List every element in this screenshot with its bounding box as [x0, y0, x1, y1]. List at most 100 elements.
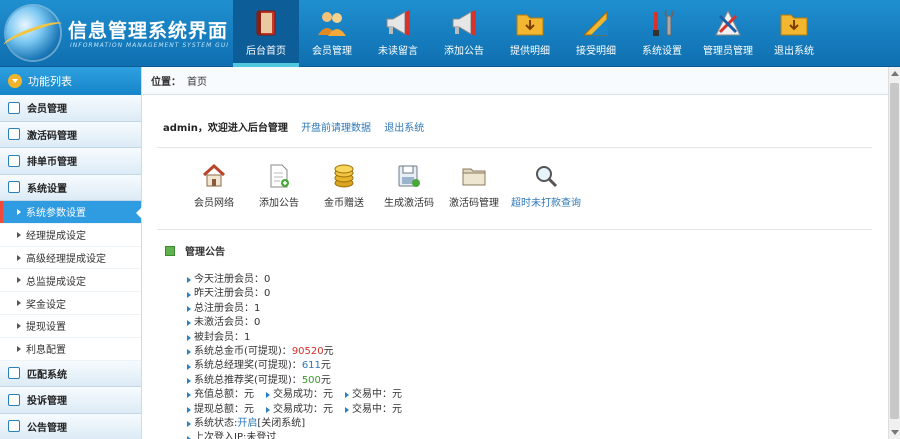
sidebar-item[interactable]: 系统参数设置	[0, 201, 142, 224]
quick-action-6[interactable]: 超时未打款查询	[508, 163, 584, 209]
stat-value: 611	[301, 360, 321, 372]
stat-label: 上次登入IP:	[194, 432, 247, 439]
nav-item-7[interactable]: 系统设置	[629, 0, 695, 67]
bullet-icon	[187, 392, 191, 399]
stat-value: 元	[323, 403, 333, 415]
stat-row: 被封会员： 1	[187, 331, 414, 345]
quick-action-5[interactable]: 激活码管理	[443, 163, 505, 209]
bullet-icon	[187, 378, 191, 385]
scroll-up-icon[interactable]	[891, 71, 899, 76]
stat-label: 交易成功：	[273, 389, 323, 401]
sidebar-item[interactable]: 提现设置	[0, 314, 141, 338]
stat-item: 交易中：元	[345, 403, 402, 417]
folder-icon	[461, 163, 487, 189]
stat-value: 元	[244, 389, 254, 401]
bullet-icon	[187, 334, 191, 341]
stat-item: 总注册会员： 1	[187, 302, 260, 316]
quick-action-3[interactable]: 金币赠送	[313, 163, 375, 209]
nav-item-label: 提供明细	[510, 46, 550, 57]
bullet-icon	[187, 363, 191, 370]
nav-item-5[interactable]: 提供明细	[497, 0, 563, 67]
nav-item-8[interactable]: 管理员管理	[695, 0, 761, 67]
stat-row: 充值总额：元交易成功：元交易中：元	[187, 388, 414, 402]
stat-value: 未登过	[246, 432, 277, 439]
nav-item-4[interactable]: 添加公告	[431, 0, 497, 67]
sidebar-item-label: 匹配系统	[27, 369, 67, 381]
breadcrumb-label: 位置：	[151, 77, 181, 88]
nav-item-1[interactable]: 后台首页	[233, 0, 299, 67]
stat-suffix: 元	[320, 374, 331, 386]
stat-row: 未激活会员： 0	[187, 316, 414, 330]
bullet-icon	[187, 291, 191, 298]
nav-item-2[interactable]: 会员管理	[299, 0, 365, 67]
sidebar-group[interactable]: 公告管理	[0, 413, 141, 439]
divider	[157, 147, 872, 148]
sidebar-item-label: 奖金设定	[26, 299, 66, 311]
logout-link[interactable]: 退出系统	[384, 123, 424, 134]
book-icon	[249, 7, 283, 39]
stat-label: 充值总额：	[194, 389, 244, 401]
stat-label: 交易中：	[352, 403, 392, 415]
sidebar-group[interactable]: 排单币管理	[0, 148, 141, 175]
sidebar-group[interactable]: 会员管理	[0, 95, 141, 122]
grid-icon	[8, 101, 20, 114]
coins-icon	[331, 163, 357, 189]
sidebar-item-label: 系统设置	[27, 183, 67, 195]
bullet-icon	[345, 406, 349, 413]
sidebar-item-label: 排单币管理	[27, 157, 77, 169]
stat-label: 系统总经理奖(可提现)：	[194, 360, 302, 372]
sidebar-item[interactable]: 经理提成设定	[0, 223, 141, 247]
notice-title-text: 管理公告	[185, 247, 225, 258]
bullet-icon	[187, 406, 191, 413]
sidebar-item-label: 激活码管理	[27, 130, 77, 142]
stat-item: 被封会员： 1	[187, 331, 250, 345]
stat-label: 系统总金币(可提现)：	[194, 346, 292, 358]
magnifier-icon	[533, 163, 559, 189]
sidebar-group[interactable]: 激活码管理	[0, 121, 141, 148]
clear-data-link[interactable]: 开盘前请理数据	[301, 123, 371, 134]
grid-icon	[8, 154, 20, 167]
bullet-icon	[187, 349, 191, 356]
doc-add-icon	[266, 163, 292, 189]
sidebar-item[interactable]: 奖金设定	[0, 292, 141, 315]
sidebar-items: 会员管理激活码管理排单币管理系统设置系统参数设置经理提成设定高级经理提成设定 总监…	[0, 95, 142, 439]
sidebar-group[interactable]: 投诉管理	[0, 387, 141, 414]
sidebar-item[interactable]: 总监提成设定	[0, 269, 141, 293]
scrollbar[interactable]	[888, 67, 900, 439]
scroll-down-icon[interactable]	[891, 430, 899, 435]
stat-row: 系统总推荐奖(可提现)： 500 元	[187, 374, 414, 388]
nav-item-3[interactable]: 未读留言	[365, 0, 431, 67]
sidebar-group[interactable]: 匹配系统	[0, 360, 141, 388]
stat-row: 系统总金币(可提现)： 90520 元	[187, 345, 414, 359]
nav-item-label: 接受明细	[576, 46, 616, 57]
sidebar-header[interactable]: 功能列表	[0, 67, 141, 95]
nav-item-6[interactable]: 接受明细	[563, 0, 629, 67]
scroll-thumb[interactable]	[890, 83, 899, 419]
nav-item-9[interactable]: 退出系统	[761, 0, 827, 67]
breadcrumb: 位置： 首页	[143, 67, 888, 95]
stat-label: 系统状态:	[194, 418, 238, 430]
quick-action-2[interactable]: 添加公告	[248, 163, 310, 209]
sidebar-item-label: 利息配置	[26, 345, 66, 357]
stat-label: 昨天注册会员：	[194, 288, 264, 300]
sidebar-item[interactable]: 利息配置	[0, 337, 141, 361]
grid-icon	[8, 393, 20, 406]
quick-action-4[interactable]: 生成激活码	[378, 163, 440, 209]
stat-item: 系统总金币(可提现)： 90520 元	[187, 345, 334, 359]
stat-suffix[interactable]: [关闭系统]	[257, 417, 305, 431]
chevron-right-icon	[17, 322, 21, 329]
nav-item-label: 管理员管理	[703, 46, 753, 57]
stat-label: 今天注册会员：	[194, 274, 264, 285]
top-nav: 后台首页 会员管理 未读留言 添加公告 提供明细 接受明细 系统设置 管理员管理 退出系统	[233, 0, 827, 67]
sidebar-item[interactable]: 高级经理提成设定	[0, 246, 141, 270]
stat-label: 未激活会员：	[194, 317, 254, 329]
stat-label: 交易中：	[352, 389, 392, 401]
quick-action-1[interactable]: 会员网络	[183, 163, 245, 209]
quick-action-label: 会员网络	[194, 198, 234, 209]
grid-icon	[8, 420, 20, 433]
quick-action-label: 超时未打款查询	[511, 198, 581, 209]
chevron-right-icon	[17, 231, 21, 238]
sidebar-item-label: 经理提成设定	[26, 231, 86, 243]
sidebar-group[interactable]: 系统设置	[0, 174, 141, 201]
nav-item-label: 后台首页	[246, 46, 286, 57]
